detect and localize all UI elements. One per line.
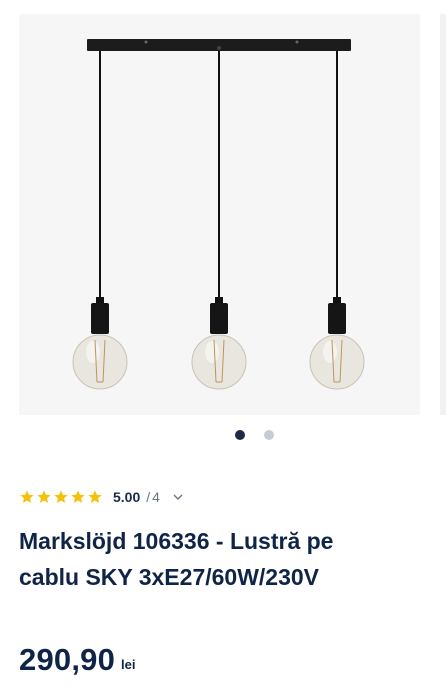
price-value: 290,90 [19, 642, 116, 677]
star-icon [88, 490, 102, 503]
product-title-line1: Markslöjd 106336 - Lustră pe [19, 528, 334, 554]
next-image-peek[interactable] [440, 14, 446, 415]
product-title: Markslöjd 106336 - Lustră pe cablu SKY 3… [19, 523, 439, 595]
product-title-line2: cablu SKY 3xE27/60W/230V [19, 564, 320, 590]
rating-stars [19, 489, 103, 505]
rating-score: 5.00 [113, 489, 141, 505]
star-icon [37, 490, 51, 503]
product-rating[interactable]: 5.00 / 4 [19, 487, 184, 507]
pagination-dot-2[interactable] [264, 430, 274, 440]
product-gallery [0, 0, 446, 420]
pagination-dot-1[interactable] [235, 430, 245, 440]
star-icon [54, 490, 68, 503]
product-image[interactable] [19, 14, 420, 415]
gallery-pagination [0, 428, 446, 442]
rating-count: 4 [152, 489, 160, 505]
star-icon [71, 490, 85, 503]
product-price: 290,90 lei [19, 642, 136, 678]
price-currency: lei [121, 657, 136, 672]
pendant-lamp-illustration [72, 39, 365, 390]
chevron-down-icon[interactable] [172, 491, 184, 503]
rating-separator: / [146, 489, 151, 505]
star-icon [20, 490, 34, 503]
